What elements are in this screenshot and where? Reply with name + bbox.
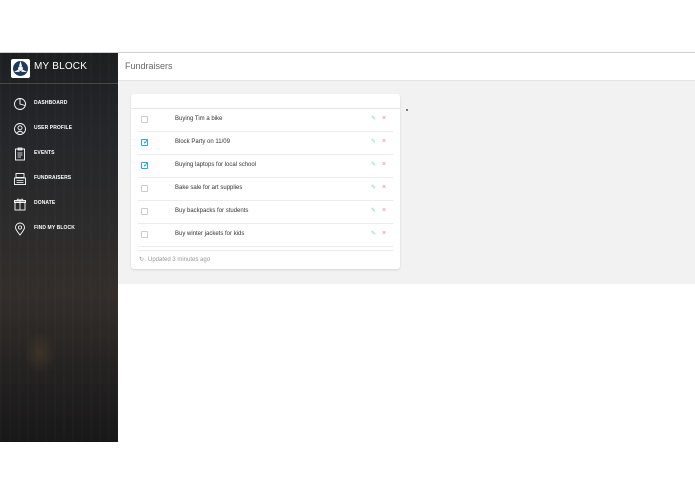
main-content: Buying Tim a bike ✎ × ✓ Block Party on 1… <box>118 81 695 284</box>
edit-icon[interactable]: ✎ <box>371 208 377 214</box>
edit-icon[interactable]: ✎ <box>371 185 377 191</box>
sidebar-item-label: FIND MY BLOCK <box>34 225 75 231</box>
task-text: Buy winter jackets for kids <box>175 231 245 237</box>
history-icon: ↻ <box>139 257 145 263</box>
page-title: Fundraisers <box>125 61 173 71</box>
remove-icon[interactable]: × <box>382 207 386 214</box>
check-icon: ✓ <box>143 162 149 169</box>
edit-icon[interactable]: ✎ <box>371 139 377 145</box>
gift-icon <box>14 198 26 211</box>
updated-timestamp: Updated 3 minutes ago <box>148 257 211 263</box>
task-row: ✓ Block Party on 11/09 ✎ × <box>138 132 393 155</box>
sidebar-item-user-profile[interactable]: USER PROFILE <box>0 120 118 145</box>
brand-name: MY BLOCK <box>34 61 88 72</box>
remove-icon[interactable]: × <box>382 230 386 237</box>
task-checkbox[interactable] <box>141 185 148 192</box>
remove-icon[interactable]: × <box>382 115 386 122</box>
remove-icon[interactable]: × <box>382 161 386 168</box>
decorative-dot <box>406 109 408 111</box>
pie-chart-icon <box>14 98 26 110</box>
sidebar-item-dashboard[interactable]: DASHBOARD <box>0 95 118 120</box>
task-row: Buy backpacks for students ✎ × <box>138 201 393 224</box>
task-row: Buying Tim a bike ✎ × <box>138 109 393 132</box>
task-text: Bake sale for art supplies <box>175 185 243 191</box>
map-pin-icon <box>15 222 25 236</box>
check-icon: ✓ <box>143 139 149 146</box>
card-footer: ↻ Updated 3 minutes ago <box>138 250 393 270</box>
sidebar-nav: DASHBOARD USER PROFILE EVENTS FUNDRAISER… <box>0 95 118 245</box>
edit-icon[interactable]: ✎ <box>371 231 377 237</box>
sidebar-item-label: DONATE <box>34 200 56 206</box>
top-bar: Fundraisers <box>118 53 695 81</box>
sidebar-item-find-my-block[interactable]: FIND MY BLOCK <box>0 220 118 245</box>
sidebar-item-donate[interactable]: DONATE <box>0 195 118 220</box>
card-header <box>131 94 400 109</box>
task-text: Buying Tim a bike <box>175 116 223 122</box>
task-checkbox[interactable]: ✓ <box>141 139 149 146</box>
edit-icon[interactable]: ✎ <box>371 162 377 168</box>
task-checkbox[interactable] <box>141 116 148 123</box>
sidebar-item-label: DASHBOARD <box>34 100 68 106</box>
logo <box>11 59 30 78</box>
task-card: Buying Tim a bike ✎ × ✓ Block Party on 1… <box>131 94 400 269</box>
task-row: ✓ Buying laptops for local school ✎ × <box>138 155 393 178</box>
sidebar-item-events[interactable]: EVENTS <box>0 145 118 170</box>
user-icon <box>14 123 26 135</box>
task-checkbox[interactable]: ✓ <box>141 162 149 169</box>
task-text: Buying laptops for local school <box>175 162 257 168</box>
task-text: Buy backpacks for students <box>175 208 249 214</box>
remove-icon[interactable]: × <box>382 138 386 145</box>
clipboard-icon <box>15 147 25 161</box>
sidebar: MY BLOCK DASHBOARD USER PROFILE EVENTS F… <box>0 53 118 442</box>
edit-icon[interactable]: ✎ <box>371 116 377 122</box>
sidebar-item-label: USER PROFILE <box>34 125 73 131</box>
task-text: Block Party on 11/09 <box>175 139 230 145</box>
app-window: MY BLOCK DASHBOARD USER PROFILE EVENTS F… <box>0 52 695 442</box>
sidebar-item-label: FUNDRAISERS <box>34 175 72 181</box>
task-row: Bake sale for art supplies ✎ × <box>138 178 393 201</box>
cash-register-icon <box>14 173 26 185</box>
task-checkbox[interactable] <box>141 208 148 215</box>
task-row: Buy winter jackets for kids ✎ × <box>138 224 393 247</box>
remove-icon[interactable]: × <box>382 184 386 191</box>
brand[interactable]: MY BLOCK <box>0 53 118 84</box>
task-checkbox[interactable] <box>141 231 148 238</box>
sidebar-item-fundraisers[interactable]: FUNDRAISERS <box>0 170 118 195</box>
sidebar-item-label: EVENTS <box>34 150 55 156</box>
